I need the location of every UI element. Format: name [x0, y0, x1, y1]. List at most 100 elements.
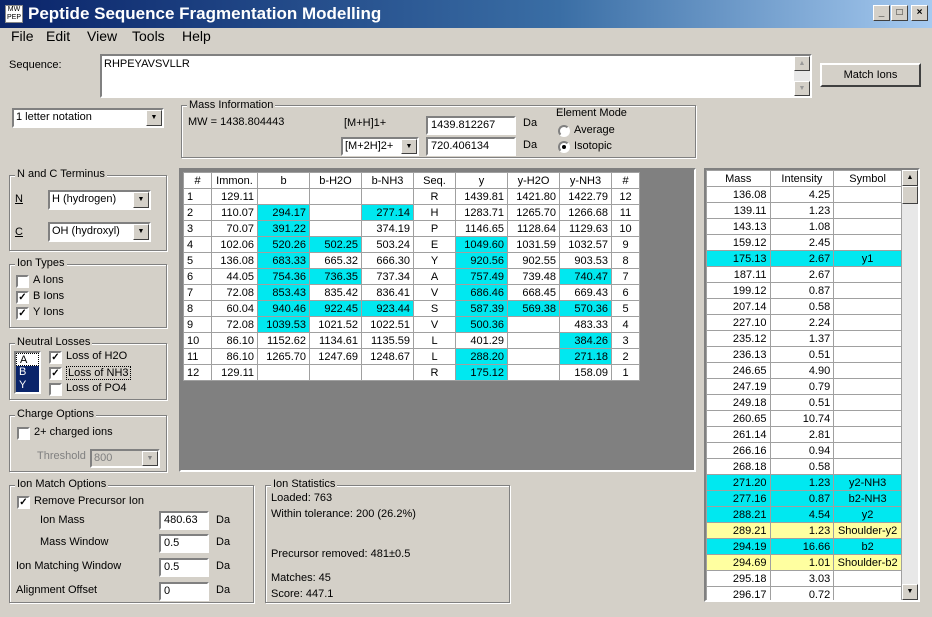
peak-row[interactable]: 247.19 0.79 [706, 378, 902, 395]
average-radio[interactable] [558, 125, 570, 137]
table-cell [833, 234, 902, 251]
sequence-scrollbar[interactable]: ▲ ▼ [794, 56, 810, 96]
loss-nh3-checkbox[interactable]: ✓ [49, 367, 62, 380]
scroll-thumb[interactable] [902, 186, 918, 204]
list-item[interactable]: Y [16, 379, 39, 392]
scroll-down-icon[interactable]: ▼ [902, 584, 918, 600]
loss-po4-checkbox[interactable] [49, 383, 62, 396]
b-ions-checkbox[interactable]: ✓ [16, 291, 29, 304]
peak-row[interactable]: 139.11 1.23 [706, 202, 902, 219]
peak-row[interactable]: 295.18 3.03 [706, 570, 902, 587]
table-cell [309, 188, 362, 205]
a-ions-checkbox[interactable] [16, 275, 29, 288]
matching-window-field[interactable]: 0.5 [159, 558, 209, 577]
peaks-scrollbar[interactable]: ▲ ▼ [902, 170, 918, 600]
score-text: Score: 447.1 [271, 588, 334, 600]
column-header[interactable]: y-NH3 [559, 172, 612, 189]
table-row: 5 136.08 683.33 665.32 666.30 Y 920.56 902.55 90… [183, 252, 640, 269]
charged-ions-checkbox[interactable] [17, 427, 30, 440]
scroll-up-icon[interactable]: ▲ [902, 170, 918, 186]
peak-row[interactable]: 159.12 2.45 [706, 234, 902, 251]
column-header[interactable]: b-NH3 [361, 172, 414, 189]
table-cell: S [413, 300, 456, 317]
chevron-down-icon[interactable]: ▼ [142, 451, 158, 466]
mh2-field[interactable]: 720.406134 [426, 137, 516, 156]
peak-row[interactable]: 294.19 16.66 b2 [706, 538, 902, 555]
n-terminus-select[interactable]: H (hydrogen) ▼ [48, 190, 151, 210]
peak-row[interactable]: 249.18 0.51 [706, 394, 902, 411]
peak-row[interactable]: 268.18 0.58 [706, 458, 902, 475]
menu-help[interactable]: Help [182, 28, 211, 44]
peak-row[interactable]: 289.21 1.23 Shoulder-y2 [706, 522, 902, 539]
table-cell: 686.46 [455, 284, 508, 301]
threshold-select[interactable]: 800 ▼ [90, 449, 160, 468]
column-header[interactable]: b-H2O [309, 172, 362, 189]
column-header[interactable]: Intensity [769, 170, 835, 187]
peak-row[interactable]: 294.69 1.01 Shoulder-b2 [706, 554, 902, 571]
peak-row[interactable]: 235.12 1.37 [706, 330, 902, 347]
matching-window-unit: Da [216, 560, 231, 572]
notation-select[interactable]: 1 letter notation ▼ [12, 108, 164, 128]
menu-tools[interactable]: Tools [132, 28, 165, 44]
peak-row[interactable]: 271.20 1.23 y2-NH3 [706, 474, 902, 491]
column-header[interactable]: y [455, 172, 508, 189]
peak-row[interactable]: 175.13 2.67 y1 [706, 250, 902, 267]
chevron-down-icon[interactable]: ▼ [133, 224, 149, 240]
loss-h2o-checkbox[interactable]: ✓ [49, 351, 62, 364]
maximize-button[interactable]: □ [891, 5, 908, 21]
c-terminus-select[interactable]: OH (hydroxyl) ▼ [48, 222, 151, 242]
mh2-select[interactable]: [M+2H]2+ ▼ [341, 137, 419, 156]
table-cell [309, 220, 362, 237]
table-cell: 1128.64 [507, 220, 560, 237]
mass-window-field[interactable]: 0.5 [159, 534, 209, 553]
chevron-down-icon[interactable]: ▼ [133, 192, 149, 208]
column-header[interactable]: Symbol [833, 170, 902, 187]
column-header[interactable]: Seq. [413, 172, 456, 189]
sequence-input[interactable]: RHPEYAVSVLLR ▲ ▼ [100, 54, 812, 98]
peak-row[interactable]: 136.08 4.25 [706, 186, 902, 203]
column-header[interactable]: y-H2O [507, 172, 560, 189]
peak-row[interactable]: 288.21 4.54 y2 [706, 506, 902, 523]
peak-row[interactable]: 266.16 0.94 [706, 442, 902, 459]
chevron-down-icon[interactable]: ▼ [146, 110, 162, 126]
peak-row[interactable]: 207.14 0.58 [706, 298, 902, 315]
peak-row[interactable]: 236.13 0.51 [706, 346, 902, 363]
peak-row[interactable]: 260.65 10.74 [706, 410, 902, 427]
column-header[interactable]: # [183, 172, 212, 189]
minimize-button[interactable]: _ [873, 5, 890, 21]
column-header[interactable]: b [257, 172, 310, 189]
menu-edit[interactable]: Edit [46, 28, 70, 44]
mh1-field[interactable]: 1439.812267 [426, 116, 516, 135]
table-cell: 740.47 [559, 268, 612, 285]
table-cell: 5 [611, 300, 640, 317]
list-item[interactable]: A [16, 353, 39, 366]
peak-row[interactable]: 143.13 1.08 [706, 218, 902, 235]
a-ions-label: A Ions [33, 274, 64, 286]
peak-row[interactable]: 227.10 2.24 [706, 314, 902, 331]
peak-row[interactable]: 187.11 2.67 [706, 266, 902, 283]
remove-precursor-checkbox[interactable]: ✓ [17, 496, 30, 509]
table-cell: 289.21 [706, 522, 771, 539]
menu-file[interactable]: File [11, 28, 34, 44]
alignment-offset-field[interactable]: 0 [159, 582, 209, 601]
chevron-down-icon[interactable]: ▼ [401, 139, 417, 154]
isotopic-radio[interactable] [558, 141, 570, 153]
close-button[interactable]: × [911, 5, 928, 21]
peak-row[interactable]: 261.14 2.81 [706, 426, 902, 443]
menu-view[interactable]: View [87, 28, 117, 44]
ion-mass-field[interactable]: 480.63 [159, 511, 209, 530]
peak-row[interactable]: 199.12 0.87 [706, 282, 902, 299]
table-cell [507, 364, 560, 381]
match-ions-button[interactable]: Match Ions [820, 63, 921, 87]
list-item[interactable]: B [16, 366, 39, 379]
column-header[interactable]: Immon. [211, 172, 258, 189]
peak-row[interactable]: 246.65 4.90 [706, 362, 902, 379]
peak-row[interactable]: 277.16 0.87 b2-NH3 [706, 490, 902, 507]
column-header[interactable]: Mass [706, 170, 771, 187]
peak-row[interactable]: 296.17 0.72 [706, 586, 902, 600]
y-ions-checkbox[interactable]: ✓ [16, 307, 29, 320]
scroll-down-icon[interactable]: ▼ [794, 81, 810, 96]
ion-type-list[interactable]: A B Y [14, 351, 41, 394]
scroll-up-icon[interactable]: ▲ [794, 56, 810, 71]
column-header[interactable]: # [611, 172, 640, 189]
